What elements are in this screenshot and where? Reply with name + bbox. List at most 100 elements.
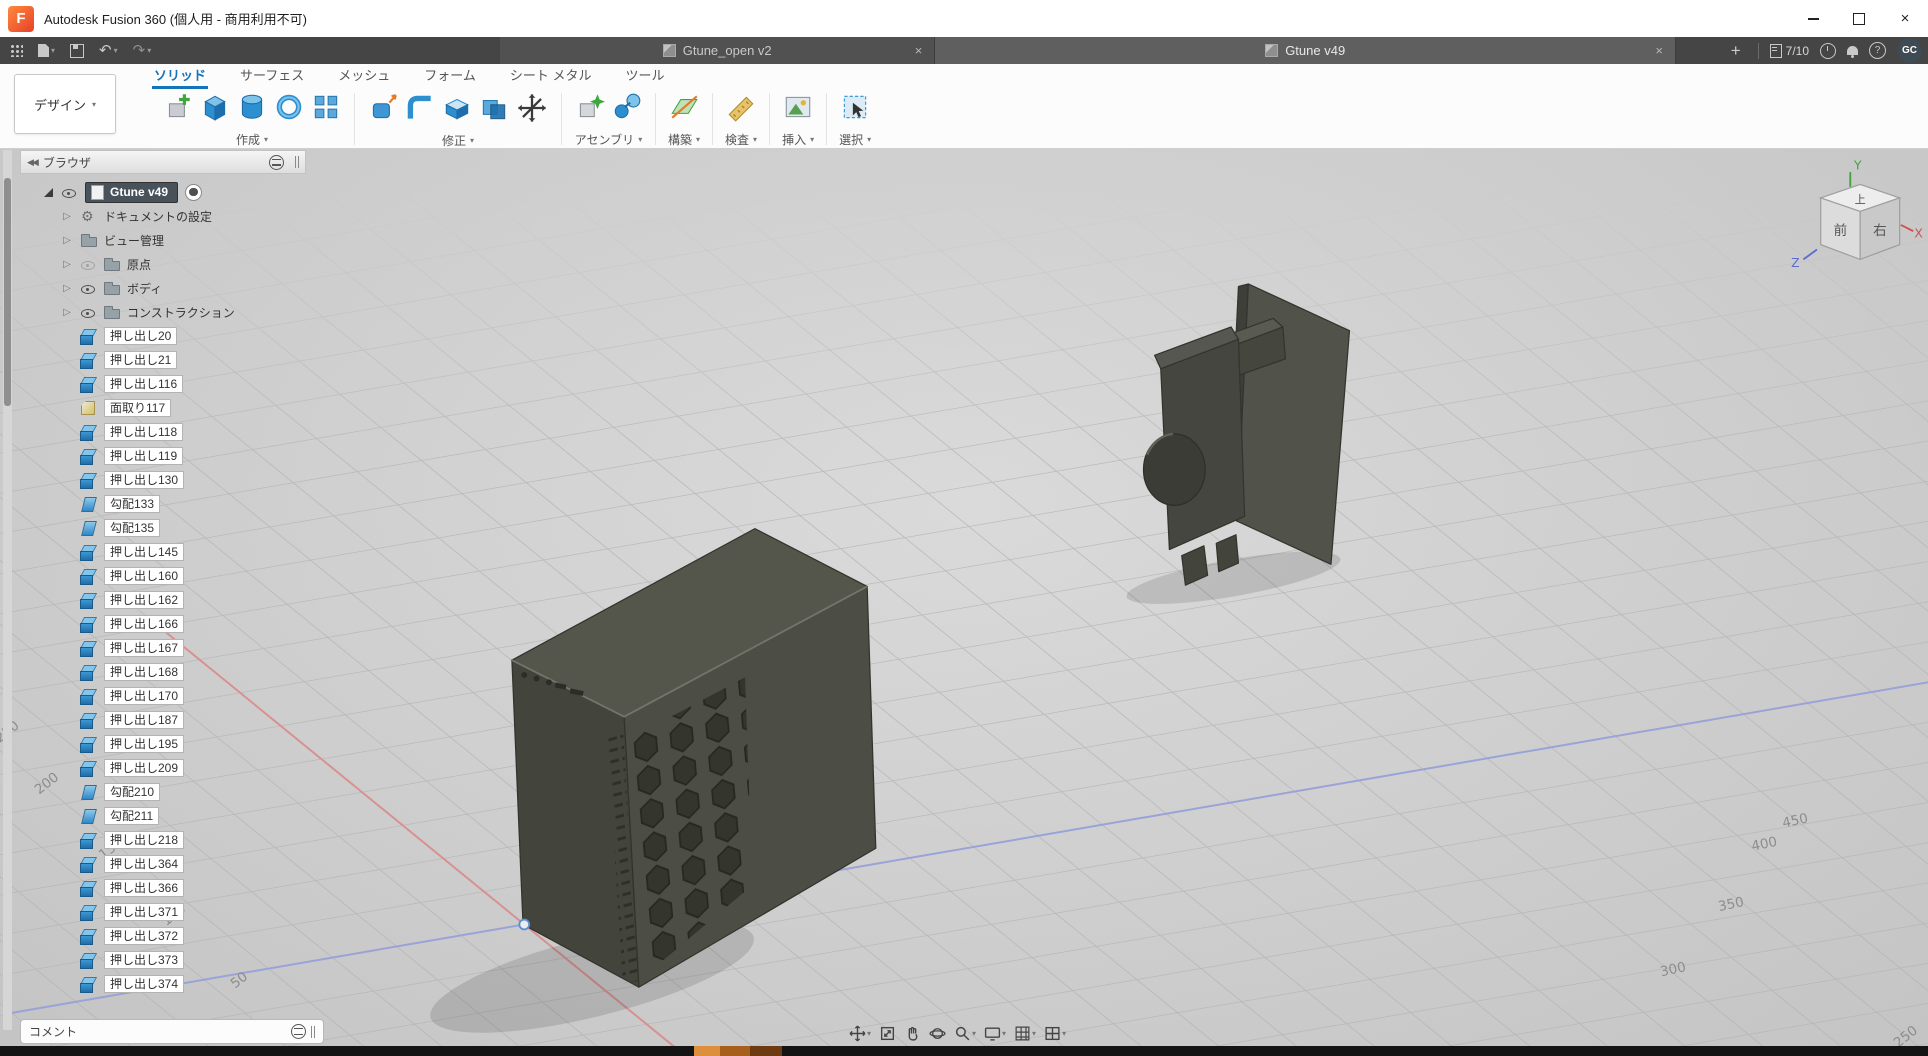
file-menu-button[interactable]: ▾: [38, 44, 55, 57]
browser-scrollbar[interactable]: [3, 150, 12, 1030]
browser-tree-item[interactable]: 勾配135: [20, 516, 306, 540]
browser-tree-item[interactable]: 押し出し170: [20, 684, 306, 708]
browser-tree-item[interactable]: 勾配133: [20, 492, 306, 516]
browser-tree-item[interactable]: 押し出し364: [20, 852, 306, 876]
browser-tree-item[interactable]: 押し出し21: [20, 348, 306, 372]
sweep-icon[interactable]: [273, 91, 305, 128]
hand-pan-button[interactable]: [904, 1025, 921, 1042]
extrude-icon[interactable]: [199, 91, 231, 128]
assemble-menu-button[interactable]: アセンブリ▾: [575, 131, 642, 148]
browser-tree-item[interactable]: 押し出し218: [20, 828, 306, 852]
document-tab[interactable]: Gtune_open v2 ×: [500, 37, 935, 64]
browser-tree-item[interactable]: 押し出し118: [20, 420, 306, 444]
close-button[interactable]: ×: [1882, 0, 1928, 37]
visibility-eye-icon[interactable]: [60, 184, 78, 200]
scrollbar-thumb[interactable]: [4, 178, 11, 406]
expand-caret-icon[interactable]: [44, 188, 53, 197]
combine-icon[interactable]: [478, 92, 510, 129]
timeline-strip[interactable]: [0, 1046, 1928, 1056]
browser-tree-item[interactable]: 押し出し130: [20, 468, 306, 492]
display-settings-button[interactable]: ▾: [984, 1025, 1006, 1042]
construction-plane-icon[interactable]: [668, 91, 700, 128]
viewports-button[interactable]: ▾: [1044, 1025, 1066, 1042]
visibility-eye-icon[interactable]: [79, 280, 97, 296]
browser-tree-item[interactable]: 勾配211: [20, 804, 306, 828]
panel-drag-handle[interactable]: [295, 156, 299, 168]
expand-arrow-icon[interactable]: [60, 283, 74, 294]
notifications-icon[interactable]: [1847, 46, 1858, 55]
collapse-panel-icon[interactable]: ◀◀: [27, 157, 37, 168]
insert-menu-button[interactable]: 挿入▾: [782, 131, 814, 148]
browser-tree-item[interactable]: コンストラクション: [20, 300, 306, 324]
job-status-button[interactable]: 7/10: [1770, 44, 1809, 58]
browser-tree-item[interactable]: 押し出し366: [20, 876, 306, 900]
browser-tree-item[interactable]: 勾配210: [20, 780, 306, 804]
measure-icon[interactable]: [725, 91, 757, 128]
new-document-button[interactable]: +: [1725, 41, 1747, 61]
ribbon-tab[interactable]: ソリッド: [152, 64, 208, 89]
expand-arrow-icon[interactable]: [60, 259, 74, 270]
select-menu-button[interactable]: 選択▾: [839, 131, 871, 148]
insert-image-icon[interactable]: [782, 91, 814, 128]
joint-icon[interactable]: [611, 91, 643, 128]
visibility-eye-icon[interactable]: [79, 256, 97, 272]
document-tab-active[interactable]: Gtune v49 ×: [935, 37, 1676, 64]
user-avatar[interactable]: GC: [1897, 38, 1922, 63]
new-solid-icon[interactable]: [162, 91, 194, 128]
orbit-button[interactable]: [929, 1025, 946, 1042]
visibility-eye-icon[interactable]: [79, 304, 97, 320]
browser-tree-item[interactable]: 押し出し20: [20, 324, 306, 348]
browser-tree-item[interactable]: 押し出し145: [20, 540, 306, 564]
ribbon-tab[interactable]: メッシュ: [336, 64, 392, 89]
browser-tree-item[interactable]: 押し出し373: [20, 948, 306, 972]
ribbon-tab[interactable]: シート メタル: [508, 64, 594, 89]
browser-tree-item[interactable]: ドキュメントの設定: [20, 204, 306, 228]
fit-view-button[interactable]: [879, 1025, 896, 1042]
browser-tree-item[interactable]: ボディ: [20, 276, 306, 300]
browser-tree-item[interactable]: 押し出し162: [20, 588, 306, 612]
activate-component-radio[interactable]: [185, 184, 202, 201]
expand-arrow-icon[interactable]: [60, 235, 74, 246]
ribbon-tab[interactable]: サーフェス: [238, 64, 306, 89]
save-button[interactable]: [70, 44, 84, 58]
browser-tree-item[interactable]: 押し出し160: [20, 564, 306, 588]
select-icon[interactable]: [839, 91, 871, 128]
minimize-button[interactable]: [1790, 0, 1836, 37]
browser-tree-item[interactable]: 押し出し166: [20, 612, 306, 636]
ribbon-tab[interactable]: ツール: [624, 64, 667, 89]
shell-icon[interactable]: [441, 92, 473, 129]
inspect-menu-button[interactable]: 検査▾: [725, 131, 757, 148]
browser-tree-item[interactable]: 原点: [20, 252, 306, 276]
redo-button[interactable]: ↷▾: [133, 43, 152, 58]
new-component-icon[interactable]: [574, 91, 606, 128]
panel-menu-icon[interactable]: [269, 155, 284, 170]
timeline-feature-segment[interactable]: [750, 1046, 782, 1056]
browser-tree-item[interactable]: 押し出し187: [20, 708, 306, 732]
browser-tree-item[interactable]: 押し出し372: [20, 924, 306, 948]
browser-tree-item[interactable]: 押し出し195: [20, 732, 306, 756]
tab-close-icon[interactable]: ×: [1655, 43, 1663, 58]
root-component-pill[interactable]: Gtune v49: [85, 182, 178, 203]
browser-panel-header[interactable]: ◀◀ ブラウザ: [20, 150, 306, 174]
workspace-selector-button[interactable]: デザイン▾: [14, 74, 116, 134]
comment-menu-icon[interactable]: [291, 1024, 306, 1039]
browser-tree-item[interactable]: 押し出し209: [20, 756, 306, 780]
create-menu-button[interactable]: 作成▾: [236, 131, 268, 148]
browser-tree-item[interactable]: 押し出し167: [20, 636, 306, 660]
move-icon[interactable]: [515, 91, 549, 130]
browser-root-item[interactable]: Gtune v49: [20, 180, 306, 204]
browser-tree-item[interactable]: 押し出し374: [20, 972, 306, 996]
app-launcher-icon[interactable]: [10, 44, 23, 57]
help-icon[interactable]: ?: [1869, 42, 1886, 59]
grid-snap-button[interactable]: ▾: [1014, 1025, 1036, 1042]
press-pull-icon[interactable]: [367, 92, 399, 129]
construct-menu-button[interactable]: 構築▾: [668, 131, 700, 148]
fillet-icon[interactable]: [404, 92, 436, 129]
expand-arrow-icon[interactable]: [60, 211, 74, 222]
modify-menu-button[interactable]: 修正▾: [442, 132, 474, 149]
undo-button[interactable]: ↶▾: [99, 43, 118, 58]
expand-arrow-icon[interactable]: [60, 307, 74, 318]
pattern-icon[interactable]: [310, 91, 342, 128]
tab-close-icon[interactable]: ×: [915, 43, 923, 58]
comment-drag-handle[interactable]: [311, 1026, 315, 1038]
